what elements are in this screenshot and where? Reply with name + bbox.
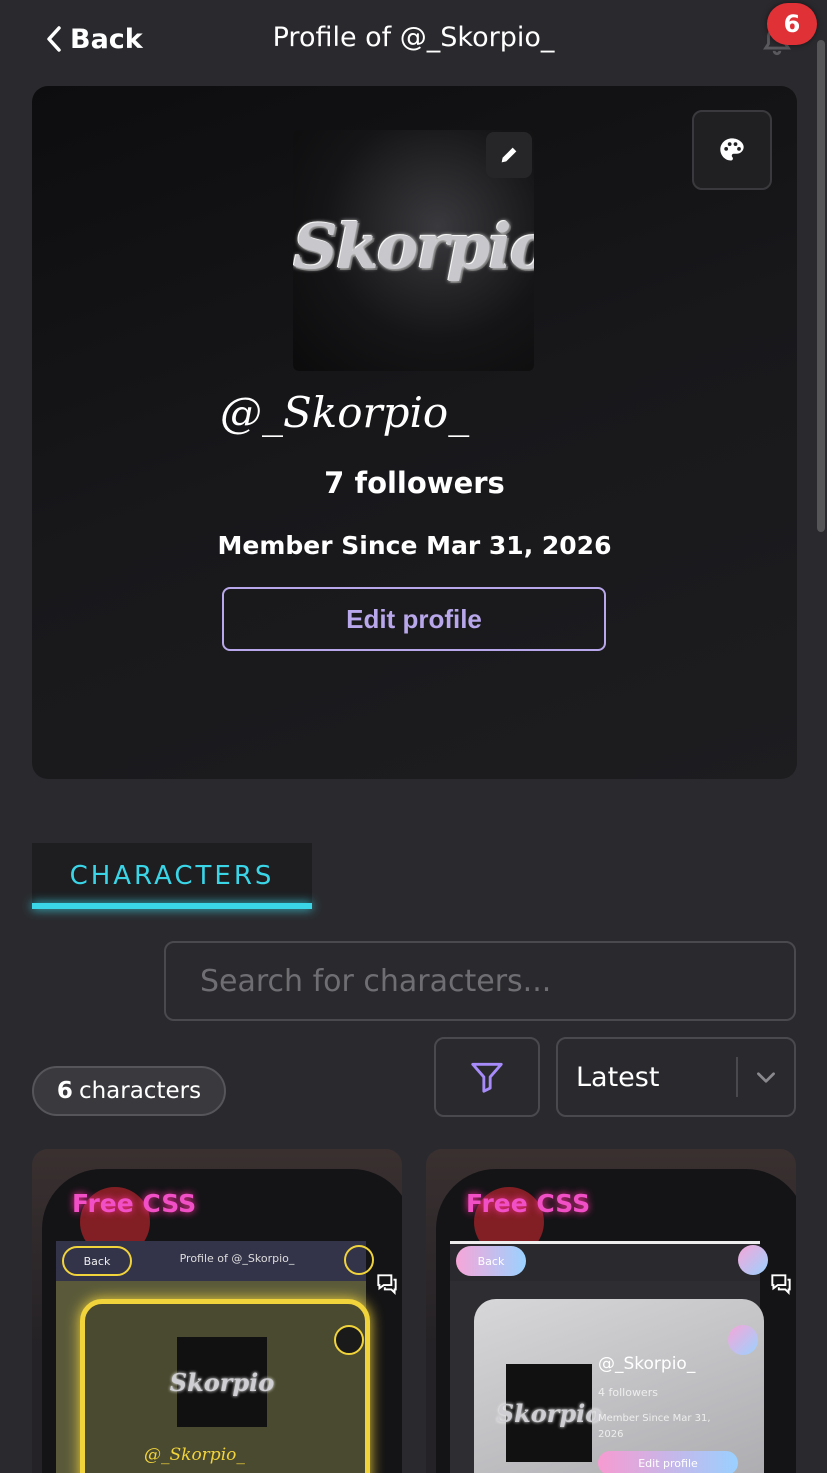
card-preview-back: Back: [456, 1246, 526, 1276]
card-preview-avatar: Skorpio: [497, 1364, 601, 1462]
card-preview-followers: 4 followers: [598, 1386, 658, 1399]
card-preview-back: Back: [62, 1246, 132, 1276]
theme-button[interactable]: [692, 110, 772, 190]
card-tag: Free CSS: [466, 1189, 591, 1218]
sort-select[interactable]: Latest: [556, 1037, 796, 1117]
scrollbar[interactable]: [817, 40, 825, 532]
card-chat-button[interactable]: [374, 1271, 402, 1299]
tab-characters[interactable]: CHARACTERS: [32, 843, 312, 909]
palette-icon: [720, 138, 744, 161]
character-count-badge: 6 characters: [32, 1066, 226, 1116]
character-count-number: 6: [56, 1078, 73, 1104]
card-preview-username: @_Skorpio_: [144, 1445, 245, 1465]
card-preview-member-since: Member Since Mar 31, 2026: [598, 1413, 711, 1440]
character-count-label: characters: [78, 1078, 202, 1104]
pencil-icon: [501, 147, 517, 163]
member-since: Member Since Mar 31, 2026: [217, 531, 612, 560]
card-preview-bell-icon: [344, 1245, 374, 1275]
followers-count[interactable]: 7 followers: [32, 466, 797, 500]
chat-bubble-icon: [771, 1274, 791, 1296]
card-preview-bell-icon: [738, 1245, 768, 1275]
card-preview-title: Profile of @_Skorpio_: [179, 1252, 295, 1265]
card-preview-avatar: Skorpio: [170, 1337, 274, 1427]
search-input[interactable]: [164, 941, 796, 1021]
character-card[interactable]: Free CSS Back Skorpio @_Skorpio_ 4 follo…: [426, 1149, 796, 1473]
funnel-icon: [471, 1062, 503, 1093]
top-bar: Back Profile of @_Skorpio_ 6: [0, 0, 827, 78]
tab-active-indicator: [32, 903, 312, 909]
avatar-logo: Skorpio: [293, 210, 534, 283]
card-chat-button[interactable]: [768, 1271, 796, 1299]
character-card[interactable]: Free CSS Back Profile of @_Skorpio_ Skor…: [32, 1149, 402, 1473]
profile-username: @_Skorpio_: [220, 388, 470, 437]
profile-card: Skorpio @_Skorpio_ 7 followers Member Si…: [32, 86, 797, 779]
card-preview-palette-icon: [728, 1325, 758, 1355]
page-title: Profile of @_Skorpio_: [272, 22, 555, 53]
card-preview-username: @_Skorpio_: [598, 1354, 696, 1374]
sort-value: Latest: [576, 1061, 660, 1093]
filter-button[interactable]: [434, 1037, 540, 1117]
card-preview-palette-icon: [334, 1325, 364, 1355]
card-tag: Free CSS: [72, 1189, 197, 1218]
edit-profile-button[interactable]: Edit profile: [222, 587, 606, 651]
chat-bubble-icon: [377, 1274, 397, 1296]
edit-avatar-button[interactable]: [486, 132, 532, 178]
chevron-down-icon: [757, 1072, 775, 1083]
sort-dropdown-toggle[interactable]: [738, 1064, 794, 1090]
card-preview-edit-button: Edit profile: [598, 1451, 738, 1473]
notification-badge: 6: [767, 3, 817, 45]
